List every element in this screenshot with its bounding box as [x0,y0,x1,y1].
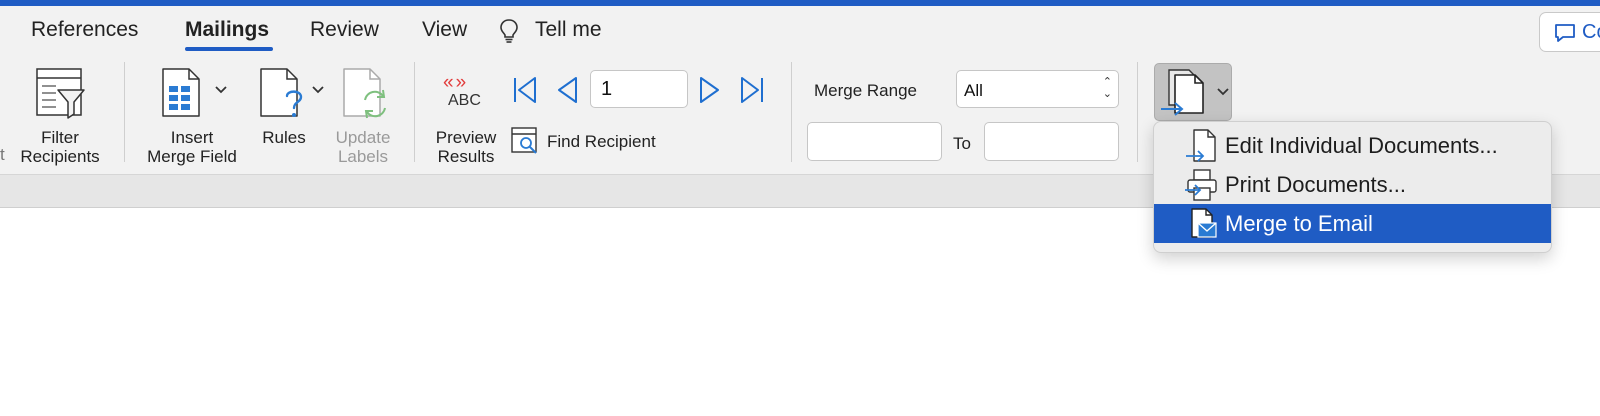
tab-references[interactable]: References [31,18,138,42]
chevron-down-icon[interactable] [312,86,324,94]
preview-results-line1: Preview [435,128,497,147]
tab-view[interactable]: View [422,18,467,42]
range-from-field[interactable] [807,122,942,161]
merge-range-select[interactable]: All ⌃ ⌄ [956,70,1119,108]
rules-label: Rules [262,128,306,147]
insert-merge-field-line2: Merge Field [147,147,237,166]
stepper-arrows-icon: ⌃ ⌄ [1102,76,1112,100]
update-labels-button[interactable]: Update Labels [328,68,398,168]
active-tab-indicator [185,47,273,51]
rules-icon [260,68,303,117]
find-recipient-button[interactable]: Find Recipient [511,127,671,157]
ribbon-separator [1137,62,1138,162]
preview-abc-icon: ABC [448,92,481,109]
finish-and-merge-button[interactable] [1154,63,1232,121]
filter-recipients-button[interactable]: Filter Recipients [16,68,104,168]
insert-merge-field-line1: Insert [170,128,214,147]
chevron-down-icon[interactable] [215,86,227,94]
merge-range-label: Merge Range [814,81,918,100]
find-recipient-label: Find Recipient [547,132,656,151]
ribbon-separator [414,62,415,162]
merge-range-value: All [964,81,983,100]
filter-recipients-line1: Filter [41,128,79,147]
merge-field-icon [162,68,200,117]
filter-recipients-line2: Recipients [20,147,100,166]
clipped-ribbon-label: t [0,145,5,164]
range-to-field[interactable] [984,122,1119,161]
comment-icon [1555,24,1575,42]
preview-results-line2: Results [437,147,495,166]
next-record-icon[interactable] [698,76,722,104]
find-recipient-icon [511,127,537,154]
comments-button[interactable]: Co [1539,12,1600,52]
menu-item-merge-to-email[interactable]: Merge to Email [1154,204,1551,243]
tab-mailings[interactable]: Mailings [185,18,269,42]
range-to-label: To [953,134,971,153]
finish-merge-menu: Edit Individual Documents... Print Docum… [1153,121,1552,253]
menu-item-label: Edit Individual Documents... [1225,133,1498,158]
insert-merge-field-button[interactable]: Insert Merge Field [140,68,244,168]
previous-record-icon[interactable] [555,76,579,104]
update-labels-icon [343,68,386,119]
record-number-field[interactable] [590,70,688,108]
record-number-input[interactable] [591,71,687,107]
lightbulb-icon [500,19,518,43]
menu-item-label: Print Documents... [1225,172,1406,197]
preview-arrows-icon: «» [443,72,469,93]
update-labels-line1: Update [335,128,391,147]
tell-me-search[interactable]: Tell me [498,16,648,46]
comments-label: Co [1582,21,1600,43]
email-icon [1191,208,1217,238]
first-record-icon[interactable] [511,76,539,104]
ribbon-separator [124,62,125,162]
printer-icon [1185,169,1217,201]
finish-merge-icon [1161,69,1204,116]
chevron-down-icon [1217,88,1229,96]
menu-item-print-documents[interactable]: Print Documents... [1154,165,1551,204]
tell-me-label: Tell me [535,18,602,41]
menu-item-edit-individual-documents[interactable]: Edit Individual Documents... [1154,126,1551,165]
last-record-icon[interactable] [738,76,766,104]
update-labels-line2: Labels [337,147,389,166]
range-from-input[interactable] [808,123,941,160]
filter-table-icon [36,68,85,119]
menu-item-label: Merge to Email [1225,211,1373,236]
preview-results-button[interactable]: «» ABC Preview Results [430,72,502,168]
edit-documents-icon [1186,129,1216,162]
tab-review[interactable]: Review [310,18,379,42]
range-to-input[interactable] [985,123,1118,160]
ribbon-separator [791,62,792,162]
rules-button[interactable]: Rules [256,68,326,168]
